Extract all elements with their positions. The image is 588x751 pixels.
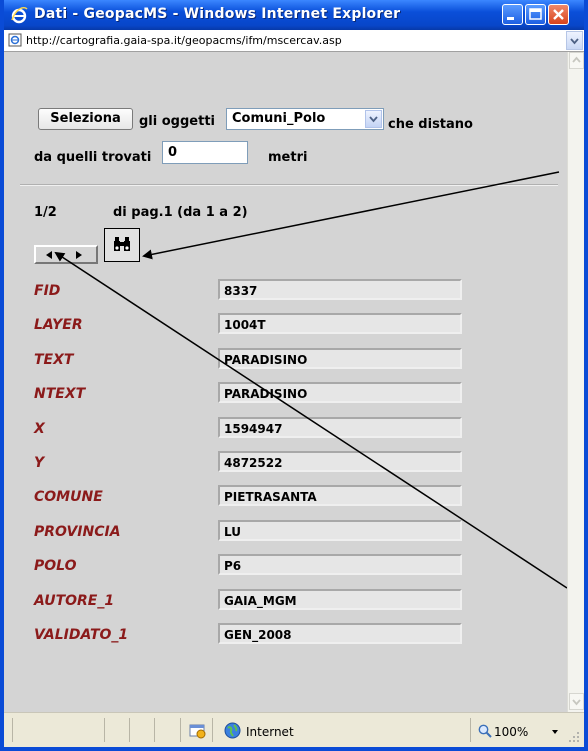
minimize-button[interactable] xyxy=(502,4,523,25)
browser-window: Dati - GeopacMS - Windows Internet Explo… xyxy=(0,0,588,751)
chevron-down-icon xyxy=(570,38,579,45)
chevron-up-icon xyxy=(572,56,581,63)
page-content: Seleziona gli oggetti Comuni_Polo che di… xyxy=(4,52,567,712)
zoom-level[interactable]: 100% xyxy=(494,725,528,739)
maximize-icon xyxy=(529,8,542,20)
close-icon xyxy=(553,9,564,20)
scroll-down-button[interactable] xyxy=(569,693,584,710)
globe-icon xyxy=(224,722,241,739)
status-divider xyxy=(154,718,155,742)
resize-grip-icon[interactable] xyxy=(568,731,580,743)
protected-mode-icon xyxy=(189,724,206,739)
status-divider xyxy=(129,718,130,742)
arrow-to-find-button xyxy=(142,171,560,260)
status-divider xyxy=(470,718,471,742)
security-zone-label: Internet xyxy=(246,725,294,739)
status-divider xyxy=(12,718,13,742)
address-url[interactable]: http://cartografia.gaia-spa.it/geopacms/… xyxy=(26,34,342,47)
callout-arrows xyxy=(54,171,567,589)
status-divider xyxy=(212,718,213,742)
title-bar[interactable]: Dati - GeopacMS - Windows Internet Explo… xyxy=(4,0,584,30)
arrow-to-navigator xyxy=(54,251,567,589)
minimize-icon xyxy=(507,17,514,20)
maximize-button[interactable] xyxy=(525,4,546,25)
ie-icon xyxy=(11,7,28,24)
magnifier-icon xyxy=(478,724,492,738)
address-bar[interactable]: http://cartografia.gaia-spa.it/geopacms/… xyxy=(4,30,584,52)
status-divider xyxy=(180,718,181,742)
chevron-down-icon xyxy=(572,699,581,706)
zoom-dropdown-icon[interactable] xyxy=(551,729,559,735)
window-title: Dati - GeopacMS - Windows Internet Explo… xyxy=(34,6,401,22)
address-dropdown-button[interactable] xyxy=(566,31,583,50)
page-icon xyxy=(8,33,22,47)
vertical-scrollbar[interactable] xyxy=(567,52,584,712)
status-divider xyxy=(104,718,105,742)
status-bar: Internet 100% xyxy=(4,712,584,747)
scroll-up-button[interactable] xyxy=(569,52,584,69)
close-button[interactable] xyxy=(548,4,569,25)
